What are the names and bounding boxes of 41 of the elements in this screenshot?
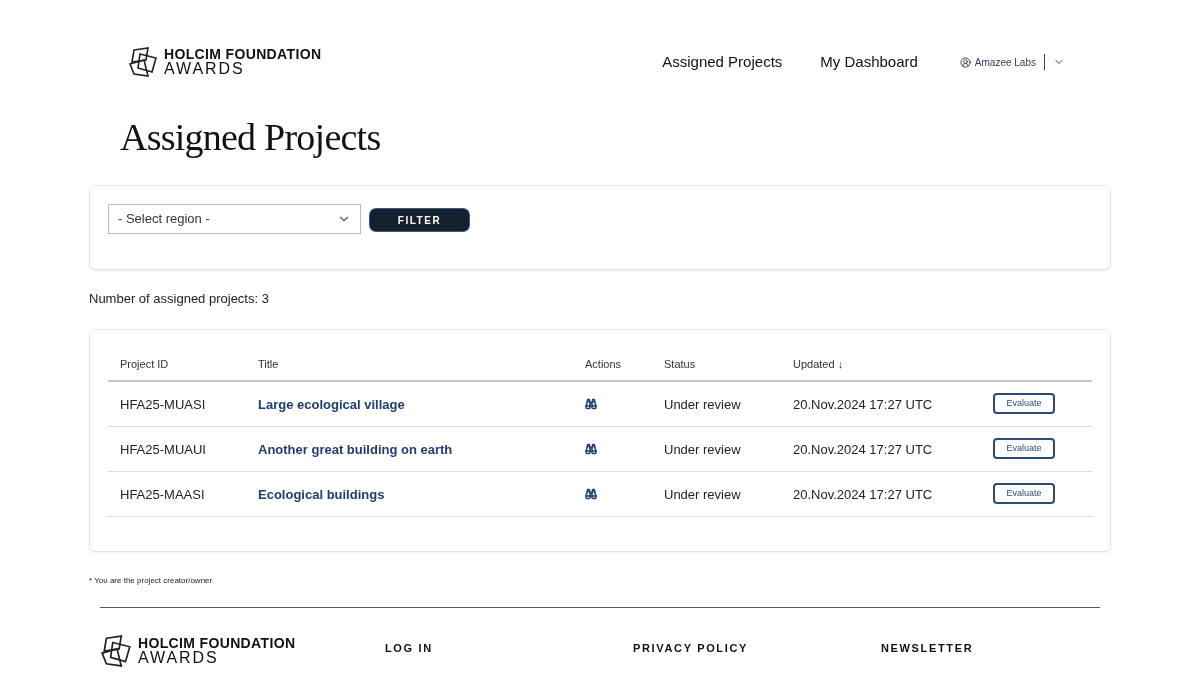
binoculars-icon[interactable] xyxy=(585,487,597,500)
footnote: * You are the project creator/owner xyxy=(89,574,214,587)
project-title-link[interactable]: Another great building on earth xyxy=(258,441,453,457)
table-cell: Under review xyxy=(664,486,741,502)
column-header: Title xyxy=(258,358,279,370)
evaluate-button[interactable]: Evaluate xyxy=(993,438,1055,459)
table-cell: HFA25-MAASI xyxy=(120,486,205,502)
column-header: Project ID xyxy=(120,358,169,370)
evaluate-button[interactable]: Evaluate xyxy=(993,393,1055,414)
logo-subtitle: AWARDS xyxy=(164,61,246,77)
project-title-link[interactable]: Ecological buildings xyxy=(258,486,385,502)
column-header: Actions xyxy=(585,358,622,370)
logo-icon xyxy=(100,633,134,668)
table-cell: Under review xyxy=(664,396,741,412)
project-count: Number of assigned projects: 3 xyxy=(89,290,270,308)
table-cell: Under review xyxy=(664,441,741,457)
footer-link[interactable]: PRIVACY POLICY xyxy=(633,639,881,656)
logo-subtitle: AWARDS xyxy=(138,649,220,666)
column-header: Status xyxy=(664,358,696,370)
table-cell: 20.Nov.2024 17:27 UTC xyxy=(793,441,933,457)
nav-link[interactable]: Assigned Projects xyxy=(662,50,783,74)
table-cell: 20.Nov.2024 17:27 UTC xyxy=(793,486,933,502)
evaluate-button[interactable]: Evaluate xyxy=(993,483,1055,504)
table-cell: HFA25-MUASI xyxy=(120,396,206,412)
user-menu[interactable]: Amazee Labs xyxy=(959,54,1036,70)
logo-title: HOLCIM FOUNDATION xyxy=(138,635,296,650)
region-select[interactable]: - Select region - xyxy=(108,204,361,234)
binoculars-icon[interactable] xyxy=(585,397,597,410)
table-cell: HFA25-MUAUI xyxy=(120,441,206,457)
logo-title: HOLCIM FOUNDATION xyxy=(164,47,322,61)
page-title: Assigned Projects xyxy=(119,118,382,156)
nav-link[interactable]: My Dashboard xyxy=(820,50,918,74)
column-header[interactable]: Updated ↓ xyxy=(793,358,844,370)
footer-link[interactable]: LOG IN xyxy=(385,639,633,656)
table-cell: 20.Nov.2024 17:27 UTC xyxy=(793,396,933,412)
filter-button[interactable]: FILTER xyxy=(370,209,469,231)
user-icon xyxy=(959,56,971,68)
footer-link[interactable]: NEWSLETTER xyxy=(881,639,1129,656)
project-title-link[interactable]: Large ecological village xyxy=(258,396,405,412)
binoculars-icon[interactable] xyxy=(585,442,597,455)
logo-icon xyxy=(128,46,160,78)
